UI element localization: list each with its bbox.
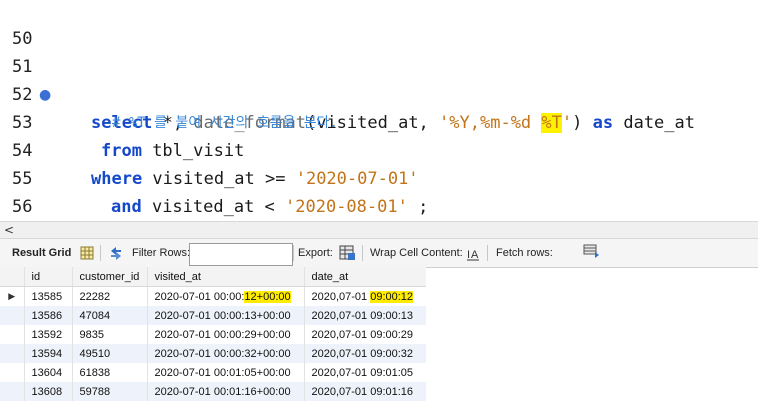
cell-customer-id[interactable]: 49510 [72, 344, 148, 363]
svg-text:I: I [467, 249, 470, 261]
cell-date-at[interactable]: 2020,07-01 09:01:05 [304, 363, 426, 382]
row-indicator[interactable] [0, 325, 25, 344]
cell-customer-id[interactable]: 59788 [72, 382, 148, 401]
sql-editor[interactable]: 50 51 ● select *, date_format(visited_at… [0, 0, 758, 223]
cell-text: 2020-07-01 00:00: [154, 290, 245, 303]
cell-id[interactable]: 13592 [24, 325, 73, 344]
cell-text: 2020-07-01 00:01:05+00:00 [154, 366, 291, 379]
table-row[interactable]: 13604 61838 2020-07-01 00:01:05+00:00 2020,… [0, 363, 426, 382]
cell-id[interactable]: 13594 [24, 344, 73, 363]
editor-line-50: 50 [0, 0, 758, 49]
cell-visited-at[interactable]: 2020-07-01 00:01:05+00:00 [147, 363, 305, 382]
grid-header-row: id customer_id visited_at date_at [0, 267, 426, 287]
cell-text: 2020,07-01 09:01:16 [311, 385, 414, 398]
editor-line-57: 57 -------------------------------------… [0, 193, 758, 221]
toolbar-divider [362, 245, 363, 261]
editor-line-54: 54 where visited_at >= '2020-07-01' [0, 109, 758, 189]
toolbar-divider [293, 245, 294, 261]
horizontal-scrollbar[interactable]: < [0, 221, 758, 239]
wrap-cell-label: Wrap Cell Content: [370, 247, 463, 259]
cell-visited-at[interactable]: 2020-07-01 00:00:13+00:00 [147, 306, 305, 325]
row-indicator[interactable] [0, 344, 25, 363]
table-row[interactable]: 13594 49510 2020-07-01 00:00:32+00:00 2020,… [0, 344, 426, 363]
cell-text: 2020,07-01 09:00:29 [311, 328, 414, 341]
cell-text: 2020,07-01 09:01:05 [311, 366, 414, 379]
row-indicator[interactable] [0, 363, 25, 382]
cell-text: 2020-07-01 00:00:13+00:00 [154, 309, 291, 322]
cell-date-at[interactable]: 2020,07-01 09:00:29 [304, 325, 426, 344]
editor-line-51: 51 ● select *, date_format(visited_at, '… [0, 25, 758, 133]
cell-text: 2020,07-01 09:00:13 [311, 309, 414, 322]
cell-visited-at[interactable]: 2020-07-01 00:00:12+00:00 [147, 286, 305, 306]
cell-text: 2020-07-01 00:01:16+00:00 [154, 385, 291, 398]
editor-line-56: 56 [0, 165, 758, 217]
fetch-rows-icon[interactable] [582, 239, 600, 267]
wrap-text-icon[interactable]: IA [466, 239, 480, 267]
toolbar-divider [487, 245, 488, 261]
row-indicator-header [0, 267, 25, 287]
filter-rows-input[interactable] [189, 243, 293, 266]
table-row[interactable]: ▶ 13585 22282 2020-07-01 00:00:12+00:00 2020… [0, 286, 426, 306]
editor-line-52: 52 # %T 를 붙여 시간의 흐름을 본다. [0, 53, 758, 131]
cell-visited-at[interactable]: 2020-07-01 00:00:29+00:00 [147, 325, 305, 344]
fetch-rows-label: Fetch rows: [496, 247, 553, 259]
cell-date-at[interactable]: 2020,07-01 09:01:16 [304, 382, 426, 401]
grid-icon[interactable] [79, 239, 95, 267]
table-row[interactable]: 13608 59788 2020-07-01 00:01:16+00:00 2020,… [0, 382, 426, 401]
editor-line-53: 53 from tbl_visit [0, 81, 758, 161]
cell-id[interactable]: 13585 [24, 286, 73, 306]
export-icon[interactable] [338, 239, 356, 267]
cell-visited-at[interactable]: 2020-07-01 00:01:16+00:00 [147, 382, 305, 401]
table-row[interactable]: 13592 9835 2020-07-01 00:00:29+00:00 2020,0… [0, 325, 426, 344]
cell-text: 2020,07-01 [311, 290, 371, 303]
cell-text-highlight: 09:00:12 [370, 290, 414, 303]
result-toolbar: Result Grid Filter Rows: Export: Wrap Ce… [0, 239, 758, 268]
export-label: Export: [298, 247, 333, 259]
refresh-icon[interactable] [107, 239, 125, 267]
row-indicator[interactable] [0, 306, 25, 325]
cell-text: 2020-07-01 00:00:32+00:00 [154, 347, 291, 360]
current-row-icon[interactable]: ▶ [0, 286, 25, 306]
cell-text: 2020,07-01 09:00:32 [311, 347, 414, 360]
result-grid-tab[interactable]: Result Grid [12, 239, 71, 267]
cell-customer-id[interactable]: 47084 [72, 306, 148, 325]
cell-customer-id[interactable]: 22282 [72, 286, 148, 306]
svg-text:A: A [471, 249, 479, 261]
editor-line-55: 55 and visited_at < '2020-08-01' ; [0, 137, 758, 217]
cell-id[interactable]: 13604 [24, 363, 73, 382]
cell-customer-id[interactable]: 61838 [72, 363, 148, 382]
cell-date-at[interactable]: 2020,07-01 09:00:12 [304, 286, 426, 306]
row-indicator[interactable] [0, 382, 25, 401]
table-row[interactable]: 13586 47084 2020-07-01 00:00:13+00:00 2020,… [0, 306, 426, 325]
cell-id[interactable]: 13608 [24, 382, 73, 401]
column-header-visited-at[interactable]: visited_at [147, 267, 305, 287]
column-header-customer-id[interactable]: customer_id [72, 267, 148, 287]
cell-id[interactable]: 13586 [24, 306, 73, 325]
cell-visited-at[interactable]: 2020-07-01 00:00:32+00:00 [147, 344, 305, 363]
column-header-date-at[interactable]: date_at [304, 267, 426, 287]
filter-rows-label: Filter Rows: [132, 247, 191, 259]
result-grid[interactable]: id customer_id visited_at date_at ▶ 13585… [0, 267, 426, 401]
column-header-id[interactable]: id [24, 267, 73, 287]
toolbar-divider [100, 245, 101, 261]
cell-text-highlight: 12+00:00 [244, 290, 291, 303]
cell-date-at[interactable]: 2020,07-01 09:00:32 [304, 344, 426, 363]
scroll-left-icon[interactable]: < [4, 222, 14, 238]
cell-date-at[interactable]: 2020,07-01 09:00:13 [304, 306, 426, 325]
cell-text: 2020-07-01 00:00:29+00:00 [154, 328, 291, 341]
cell-customer-id[interactable]: 9835 [72, 325, 148, 344]
